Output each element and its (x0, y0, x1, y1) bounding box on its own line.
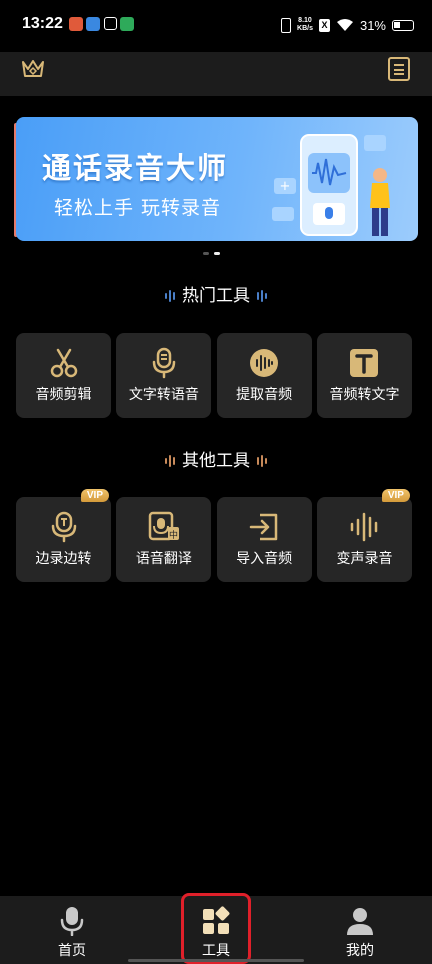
banner-subtitle: 轻松上手 玩转录音 (54, 197, 222, 219)
tool-voice-changer[interactable]: VIP 变声录音 (316, 489, 412, 582)
tool-label: 文字转语音 (128, 387, 199, 403)
vip-badge: VIP (381, 489, 410, 502)
status-time: 13:22 (22, 15, 63, 32)
tool-text-to-speech[interactable]: 文字转语音 (116, 333, 212, 418)
net-speed-unit: KB/s (297, 25, 313, 32)
microphone-icon (60, 907, 84, 936)
banner-page-indicator (203, 252, 220, 255)
other-tools-grid: VIP 边录边转 中 语音翻译 导入音频 VIP 变声录音 (16, 489, 412, 582)
nav-profile[interactable]: 我的 (300, 896, 420, 964)
tool-label: 导入音频 (236, 551, 293, 567)
tool-label: 变声录音 (336, 551, 393, 567)
tool-audio-to-text[interactable]: 音频转文字 (316, 333, 412, 418)
notification-icon (86, 17, 100, 31)
hot-tools-title: 热门工具 (182, 286, 250, 306)
selection-highlight (181, 893, 251, 964)
tool-audio-cut[interactable]: 音频剪辑 (16, 333, 111, 418)
scissors-icon (50, 348, 77, 378)
vip-badge: VIP (80, 489, 109, 502)
vibrate-icon (281, 17, 292, 33)
equalizer-right-icon (256, 286, 268, 306)
tool-label: 提取音频 (236, 387, 293, 403)
other-tools-heading: 其他工具 (0, 446, 432, 471)
waveform-icon (250, 349, 279, 377)
other-tools-title: 其他工具 (182, 451, 250, 471)
tool-label: 语音翻译 (135, 551, 192, 567)
hot-tools-grid: 音频剪辑 文字转语音 提取音频 音频转文字 (16, 333, 412, 418)
crown-icon[interactable] (20, 58, 46, 80)
mic-text-icon (51, 511, 76, 543)
page-dot (203, 252, 209, 255)
sim-icon: X (318, 18, 330, 32)
tool-label: 音频转文字 (329, 387, 400, 403)
svg-text:中: 中 (169, 529, 178, 541)
nav-home[interactable]: 首页 (12, 896, 132, 964)
import-icon (249, 513, 278, 541)
svg-text:+: + (280, 179, 291, 194)
menu-icon[interactable] (388, 57, 410, 81)
tiktok-icon (104, 17, 117, 30)
status-icons: 8.10 KB/s X 31% (281, 14, 414, 36)
nav-label: 我的 (346, 943, 374, 959)
hot-tools-heading: 热门工具 (0, 281, 432, 306)
promo-banner[interactable]: 通话录音大师 轻松上手 玩转录音 + (16, 117, 418, 241)
tool-voice-translate[interactable]: 中 语音翻译 (116, 497, 212, 582)
tool-import-audio[interactable]: 导入音频 (216, 497, 312, 582)
app-header (0, 52, 432, 96)
home-indicator (128, 959, 304, 962)
battery-percent: 31% (359, 17, 386, 33)
tool-label: 音频剪辑 (35, 387, 92, 403)
nav-label: 首页 (58, 943, 86, 959)
notification-icon (120, 17, 134, 31)
mic-translate-icon: 中 (148, 511, 179, 541)
page-dot-active (214, 252, 220, 255)
microphone-icon (152, 347, 176, 379)
wifi-icon (336, 19, 353, 31)
voice-wave-icon (351, 512, 378, 542)
phone-illustration: + (272, 134, 390, 236)
battery-icon (392, 19, 414, 31)
banner-title: 通话录音大师 (42, 151, 229, 185)
user-icon (347, 908, 373, 935)
equalizer-left-icon (164, 286, 176, 306)
notification-icon (69, 17, 83, 31)
equalizer-right-icon (256, 451, 268, 471)
tool-label: 边录边转 (35, 551, 92, 567)
status-bar: 13:22 8.10 KB/s X 31% (0, 0, 432, 52)
net-speed-value: 8.10 (298, 17, 312, 24)
net-speed: 8.10 KB/s (297, 17, 313, 33)
text-T-icon (350, 349, 379, 377)
tool-record-transcribe[interactable]: VIP 边录边转 (16, 489, 111, 582)
tool-extract-audio[interactable]: 提取音频 (216, 333, 312, 418)
equalizer-left-icon (164, 451, 176, 471)
